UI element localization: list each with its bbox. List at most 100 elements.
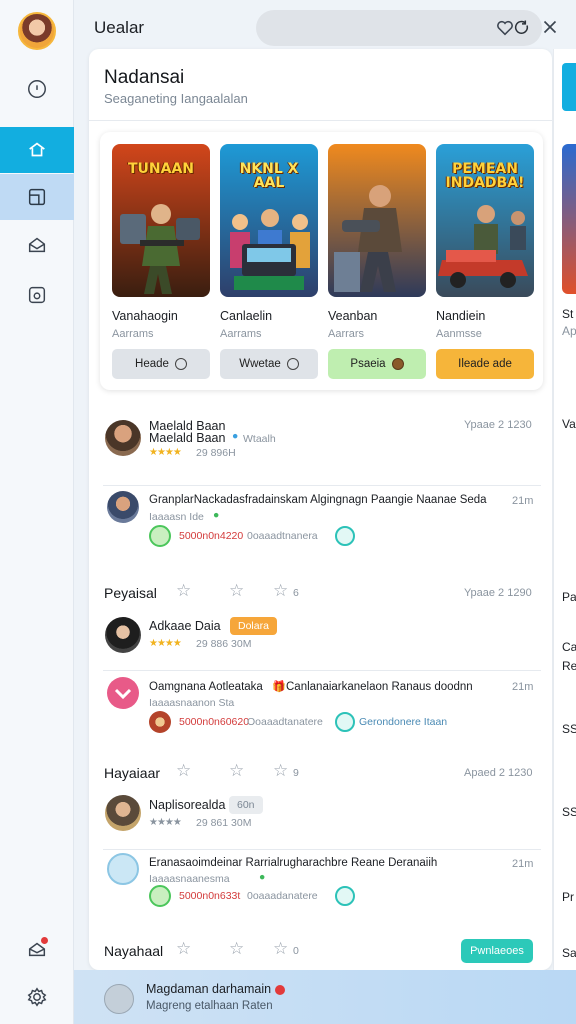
left-rail [0, 0, 74, 1024]
chat-icon[interactable] [335, 526, 355, 546]
peek-label: SS [562, 805, 576, 819]
avatar [105, 617, 141, 653]
item-count: 29 861 30M [196, 817, 252, 829]
game-subtitle: Aarrars [328, 328, 365, 340]
game-subtitle: Aarrams [220, 328, 262, 340]
game-card[interactable]: Veanban Aarrars Psaeia [328, 144, 426, 379]
star-icon[interactable]: ☆ [229, 581, 244, 601]
game-art-title: PEMEAN INDADBA! [445, 161, 525, 191]
section-count: 0 [293, 945, 299, 957]
item-code: 5000n0n4220 [179, 530, 244, 542]
game-action-label: Ileade ade [458, 358, 512, 370]
star-icon[interactable]: ☆ [176, 939, 191, 959]
board-nav-button[interactable] [0, 174, 74, 220]
item-code-secondary: 0oaaadtnanera [247, 530, 318, 542]
game-subtitle: Aarrams [112, 328, 154, 340]
star-icon[interactable]: ☆ [273, 939, 288, 959]
game-name: Nandiein [436, 309, 486, 323]
rating-stars: ★★★★ [149, 817, 182, 828]
list-item[interactable]: Maelald Baan Maelald Baan ● Wtaalh ★★★★ … [89, 409, 552, 479]
item-meta: Wtaalh [243, 433, 276, 445]
game-art: PEMEAN INDADBA! [436, 144, 534, 297]
settings-nav-button[interactable] [0, 974, 74, 1020]
heart-icon [114, 688, 132, 700]
item-title-secondary: Canlanaiarkanelaon Ranaus doodnn [286, 681, 473, 693]
list-item[interactable]: Adkaae Daia Dolara ★★★★ 29 886 30M [89, 611, 552, 671]
mail-open-icon [28, 237, 46, 253]
inbox-nav-button[interactable] [0, 926, 74, 972]
item-count: 29 896H [196, 447, 236, 459]
list-item[interactable]: Eranasaoimdeinar Rarrialrugharachbre Rea… [89, 849, 552, 921]
item-link[interactable]: Gerondonere Itaan [359, 716, 447, 728]
main-panel: Nadansai Seaganeting Iangaalalan TUNAAN … [89, 49, 552, 970]
game-action-button[interactable]: Heade [112, 349, 210, 379]
peek-label: Re [562, 659, 576, 673]
peek-game-art [562, 144, 576, 294]
star-icon[interactable]: ☆ [273, 761, 288, 781]
bottom-status-bar[interactable]: Magdaman darhamain Magreng etalhaan Rate… [74, 970, 576, 1024]
chat-icon[interactable] [335, 886, 355, 906]
mail-nav-button[interactable] [0, 222, 74, 268]
board-icon [28, 188, 46, 206]
game-art-title: NKNL X AAL [239, 161, 299, 191]
home-icon [29, 142, 45, 157]
user-avatar[interactable] [18, 12, 56, 50]
avatar [105, 420, 141, 456]
game-action-button[interactable]: Wwetae [220, 349, 318, 379]
close-icon[interactable] [539, 16, 561, 38]
star-icon[interactable]: ☆ [273, 581, 288, 601]
status-title: Magdaman darhamain [146, 982, 286, 996]
avatar [107, 853, 139, 885]
section-title: Nayahaal [104, 943, 164, 959]
item-meta: Iaaaasnaanesma [149, 873, 230, 885]
status-icon: ● [213, 509, 220, 521]
chat-icon[interactable] [335, 712, 355, 732]
primary-button[interactable]: Pwnlaeoes [461, 939, 533, 963]
game-name: Vanahaogin [112, 309, 178, 323]
next-panel-peek[interactable]: St Ap Va Pa Ca Re SS SS Pr Sa [553, 49, 576, 970]
status-badge: Dolara [230, 617, 277, 635]
peek-label: Ap [562, 324, 576, 338]
item-code: 5000n0n60620 [179, 716, 250, 728]
item-title: GranplarNackadasfradainskam Algingnagn P… [149, 494, 487, 506]
panel-subtitle: Seaganeting Iangaalalan [104, 91, 248, 106]
settings-icon [27, 987, 47, 1007]
item-name: Naplisorealda [149, 798, 226, 812]
status-icon: ● [259, 871, 266, 883]
game-action-button[interactable]: Ileade ade [436, 349, 534, 379]
game-card[interactable]: PEMEAN INDADBA! Nandiein Aanmsse Ileade … [436, 144, 534, 379]
divider [89, 120, 552, 121]
section-header: Hayaiaar ☆ ☆ ☆ 9 Apaed 2 1230 [89, 757, 552, 787]
star-icon[interactable]: ☆ [176, 581, 191, 601]
list-item[interactable]: Naplisorealda 60n ★★★★ 29 861 30M [89, 791, 552, 851]
star-icon[interactable]: ☆ [229, 761, 244, 781]
game-card[interactable]: NKNL X AAL Canlaelin Aarrams Wwetae [220, 144, 318, 379]
refresh-icon [286, 358, 299, 370]
refresh-icon [174, 358, 187, 370]
peek-label: Ca [562, 640, 576, 654]
game-action-button[interactable]: Psaeia [328, 349, 426, 379]
item-time: 21m [512, 681, 534, 693]
heart-icon[interactable] [494, 16, 516, 38]
box-nav-button[interactable] [0, 272, 74, 318]
list-item[interactable]: Oamgnana Aotleataka 🎁 Canlanaiarkanelaon… [89, 671, 552, 743]
game-card[interactable]: TUNAAN Vanahaogin Aarrams Heade [112, 144, 210, 379]
clock-nav-button[interactable] [0, 66, 74, 112]
box-icon [28, 286, 46, 304]
item-time: 21m [512, 858, 534, 870]
item-time: Ypaae 2 1230 [464, 419, 532, 431]
status-subtitle: Magreng etalhaan Raten [146, 1000, 273, 1012]
list-item[interactable]: GranplarNackadasfradainskam Algingnagn P… [89, 485, 552, 565]
mini-avatar [149, 711, 171, 733]
peek-label: St [562, 307, 574, 321]
game-name: Veanban [328, 309, 378, 323]
item-code-secondary: 0oaaadanatere [247, 890, 318, 902]
emoji-icon: 🎁 [272, 681, 286, 693]
star-icon[interactable]: ☆ [229, 939, 244, 959]
section-time: Apaed 2 1230 [464, 767, 533, 779]
section-count: 9 [293, 767, 299, 779]
item-time: 21m [512, 495, 534, 507]
star-icon[interactable]: ☆ [176, 761, 191, 781]
home-nav-button[interactable] [0, 127, 74, 173]
item-title: Eranasaoimdeinar Rarrialrugharachbre Rea… [149, 857, 438, 869]
